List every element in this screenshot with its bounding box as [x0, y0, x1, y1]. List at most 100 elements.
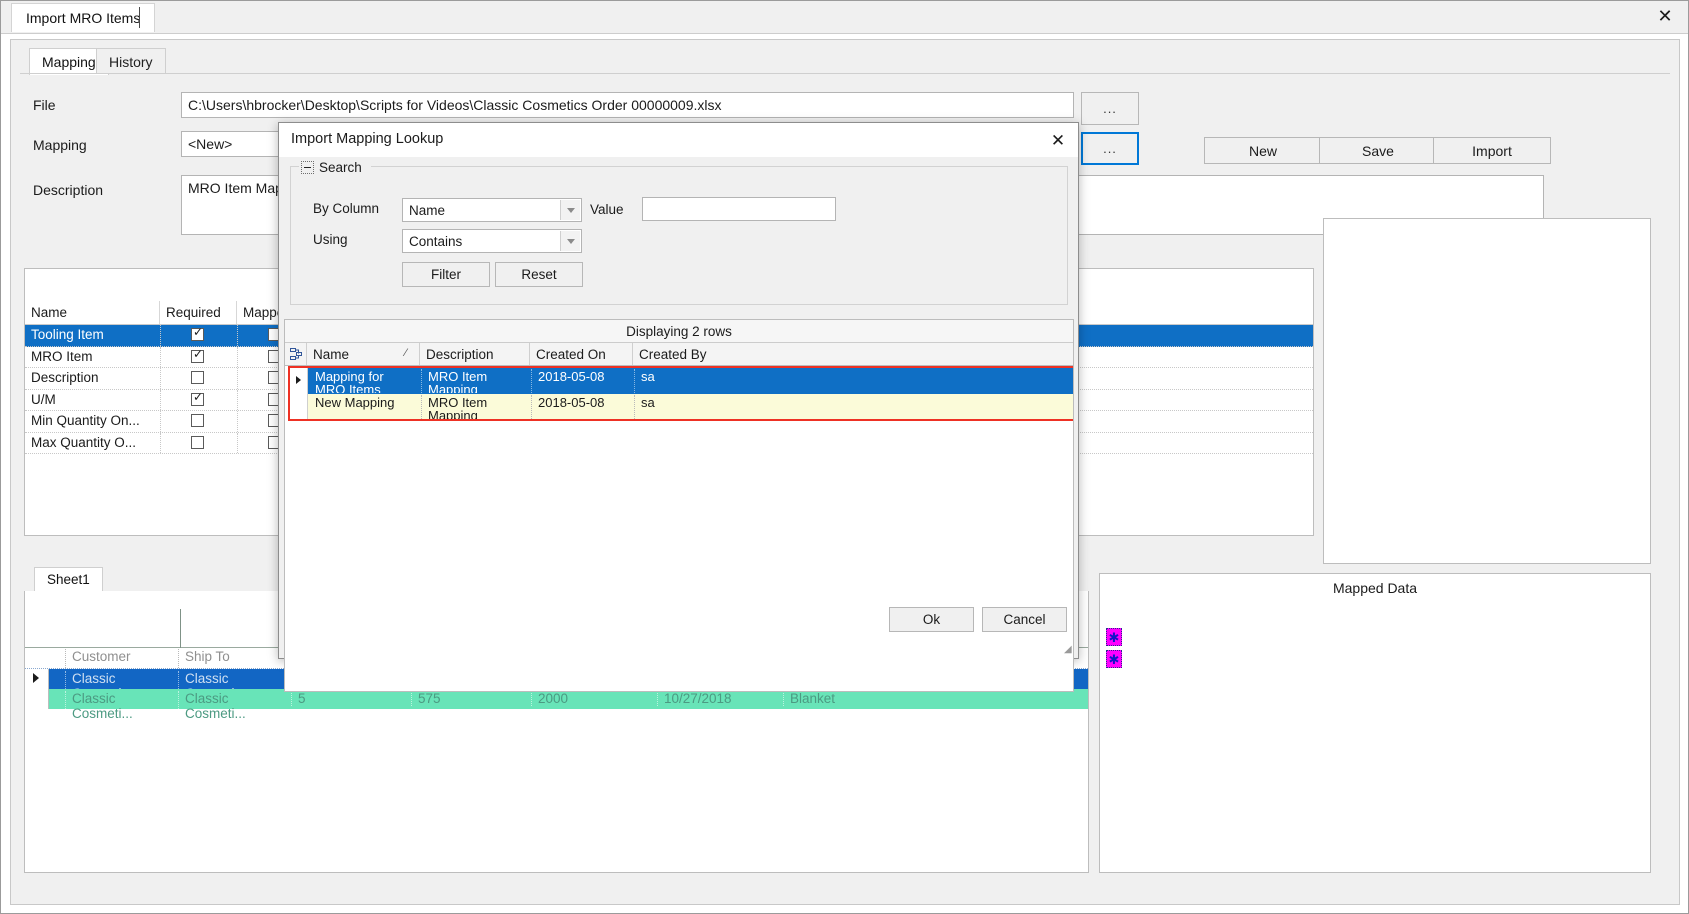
- groupbox-top-border-left: [290, 166, 299, 167]
- new-button[interactable]: New: [1204, 137, 1322, 164]
- star-icon[interactable]: ✱: [1106, 650, 1122, 668]
- cell-created-on: 2018-05-08: [532, 369, 635, 393]
- groupbox-top-border-right: [371, 166, 1068, 167]
- required-checkbox[interactable]: [191, 371, 204, 384]
- column-header-created-by[interactable]: Created By: [633, 343, 1073, 365]
- required-checkbox[interactable]: ✓: [191, 346, 204, 363]
- cell-divider: [160, 368, 161, 389]
- sheet-tab-label: Sheet1: [47, 572, 90, 587]
- file-browse-button[interactable]: ...: [1081, 92, 1139, 125]
- right-preview-panel: [1323, 218, 1651, 564]
- row-indicator-icon: [296, 376, 301, 384]
- value-input[interactable]: [642, 197, 836, 221]
- row-gutter: [25, 689, 49, 709]
- field-name: Max Quantity O...: [31, 434, 137, 450]
- tab-history[interactable]: History: [96, 48, 166, 74]
- mapped-data-panel[interactable]: Mapped Data ✱ ✱: [1099, 573, 1651, 873]
- tabstrip-caret: [139, 7, 140, 28]
- cell-shipto: Classic Cosmeti...: [178, 691, 291, 721]
- document-tab-label: Import MRO Items: [26, 10, 141, 26]
- required-checkbox[interactable]: [191, 414, 204, 427]
- by-column-select[interactable]: Name: [402, 198, 582, 222]
- required-checkbox[interactable]: ✓: [191, 390, 204, 406]
- table-row[interactable]: Mapping for MRO Items MRO Item Mapping 2…: [290, 368, 1073, 394]
- by-column-value: Name: [409, 202, 446, 218]
- cell-divider: [160, 389, 161, 410]
- cell-date: 10/27/2018: [657, 691, 783, 706]
- using-select[interactable]: Contains: [402, 229, 582, 253]
- results-grid[interactable]: Displaying 2 rows Name ⁄ Description Cre…: [284, 319, 1074, 692]
- column-header-required[interactable]: Required: [160, 301, 237, 324]
- chevron-down-icon[interactable]: [560, 200, 580, 220]
- cancel-button[interactable]: Cancel: [982, 607, 1067, 632]
- cell-divider: [237, 325, 238, 346]
- using-label: Using: [313, 232, 348, 247]
- cell-name: Mapping for MRO Items: [309, 369, 422, 393]
- cell-name: New Mapping: [309, 395, 422, 419]
- results-rows-highlight: Mapping for MRO Items MRO Item Mapping 2…: [288, 366, 1073, 421]
- collapse-icon[interactable]: [301, 160, 314, 174]
- field-name: Tooling Item: [31, 327, 104, 342]
- cell-divider: [160, 411, 161, 432]
- cell-description: MRO Item Mapping: [422, 369, 532, 393]
- sheet-tab-sheet1[interactable]: Sheet1: [34, 567, 103, 591]
- star-glyph: ✱: [1108, 629, 1120, 645]
- ok-button[interactable]: Ok: [889, 607, 974, 632]
- required-checkbox[interactable]: [191, 435, 204, 449]
- star-icon[interactable]: ✱: [1106, 628, 1122, 646]
- search-group-legend[interactable]: Search: [299, 159, 364, 175]
- import-mapping-lookup-dialog: Import Mapping Lookup ✕ Search By Column…: [278, 122, 1079, 692]
- dialog-close-icon[interactable]: ✕: [1046, 128, 1070, 152]
- cell-type: Blanket: [783, 691, 903, 706]
- results-row-count: Displaying 2 rows: [285, 320, 1073, 343]
- tab-mapping-label: Mapping: [42, 54, 96, 70]
- check-icon: ✓: [193, 346, 204, 361]
- search-legend-label: Search: [319, 159, 362, 175]
- cell-divider: [160, 325, 161, 346]
- mapped-data-title: Mapped Data: [1332, 580, 1418, 596]
- row-indicator-icon: [33, 673, 39, 683]
- cell-divider: [237, 411, 238, 432]
- document-tab-import-mro-items[interactable]: Import MRO Items: [11, 3, 156, 32]
- document-tabstrip: Import MRO Items ✕: [1, 1, 1688, 34]
- table-row[interactable]: Classic Cosmeti... Classic Cosmeti... 5 …: [25, 689, 1088, 721]
- column-header-description[interactable]: Description: [420, 343, 530, 365]
- column-header-customer[interactable]: Customer: [65, 649, 178, 668]
- cell-price: 575: [411, 691, 531, 706]
- value-label: Value: [590, 202, 624, 217]
- close-glyph: ✕: [1050, 130, 1066, 150]
- row-gutter: [290, 368, 308, 394]
- mapping-label: Mapping: [33, 137, 87, 153]
- column-header-created-on[interactable]: Created On: [530, 343, 633, 365]
- reset-button[interactable]: Reset: [495, 262, 583, 287]
- tab-underline: [20, 73, 1670, 74]
- filter-button[interactable]: Filter: [402, 262, 490, 287]
- column-header-name[interactable]: Name: [307, 343, 420, 365]
- close-icon[interactable]: ✕: [1650, 3, 1680, 29]
- cell-divider: [237, 368, 238, 389]
- table-row[interactable]: New Mapping MRO Item Mapping 2018-05-08 …: [290, 394, 1073, 419]
- inner-tabstrip: Mapping History: [20, 48, 1670, 75]
- column-header-shipto[interactable]: Ship To: [178, 649, 291, 668]
- mapping-lookup-button[interactable]: ...: [1081, 132, 1139, 165]
- application-window: Import MRO Items ✕ Mapping History File …: [0, 0, 1689, 914]
- sort-ascending-icon: ⁄: [405, 347, 407, 359]
- chevron-down-icon[interactable]: [560, 231, 580, 251]
- resize-grip-icon[interactable]: ◢: [1064, 645, 1076, 657]
- cell-created-by: sa: [641, 395, 655, 410]
- using-value: Contains: [409, 233, 463, 249]
- grid-settings-icon[interactable]: [285, 343, 307, 365]
- field-name: Min Quantity On...: [31, 413, 140, 428]
- required-checkbox[interactable]: ✓: [191, 326, 204, 341]
- import-button[interactable]: Import: [1433, 137, 1551, 164]
- dialog-titlebar[interactable]: Import Mapping Lookup ✕: [279, 123, 1078, 157]
- column-split-line: [180, 609, 181, 648]
- field-name: U/M: [31, 391, 56, 407]
- file-path-input[interactable]: C:\Users\hbrocker\Desktop\Scripts for Vi…: [181, 92, 1074, 118]
- close-glyph: ✕: [1657, 6, 1673, 26]
- cell-divider: [237, 389, 238, 410]
- save-button[interactable]: Save: [1319, 137, 1437, 164]
- field-name: Description: [31, 370, 99, 385]
- column-header-name[interactable]: Name: [25, 301, 160, 324]
- cell-divider: [160, 432, 161, 453]
